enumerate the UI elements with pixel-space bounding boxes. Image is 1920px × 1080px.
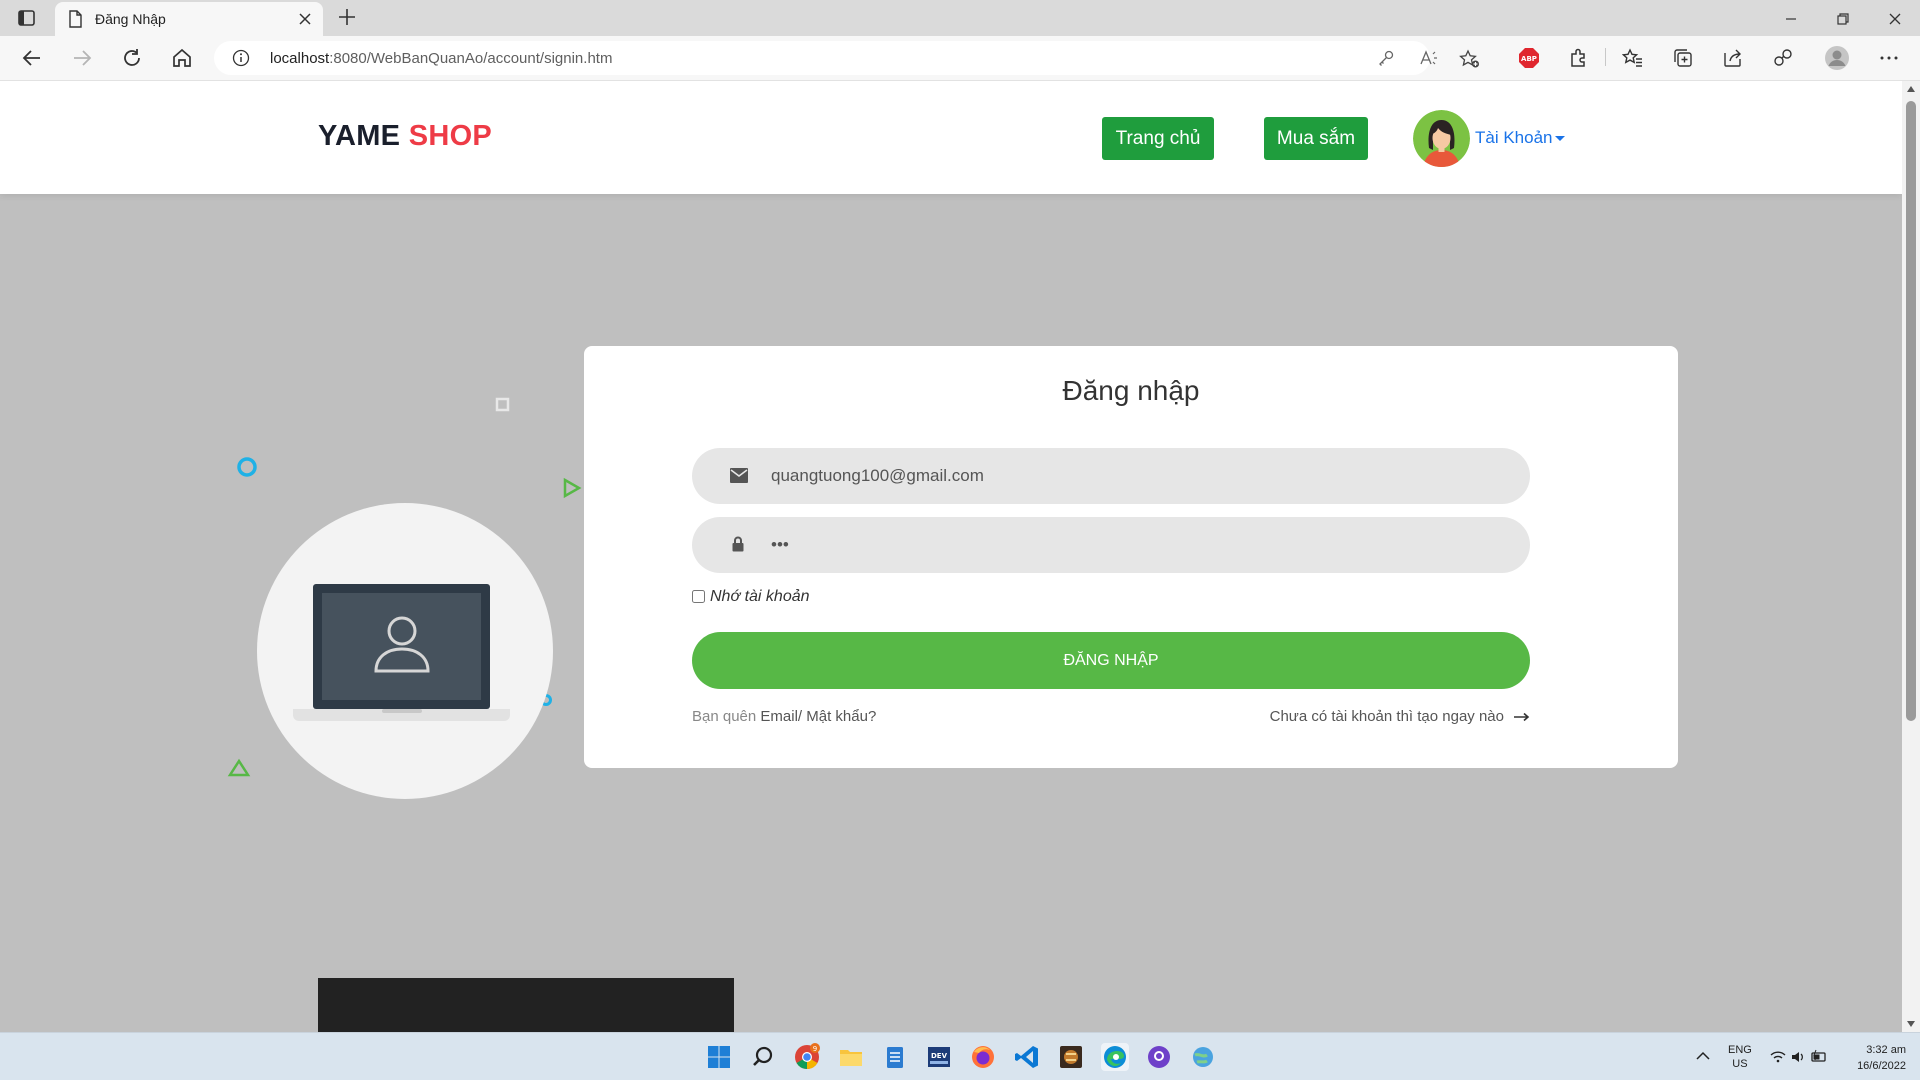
home-icon[interactable] (170, 46, 194, 70)
envelope-icon (730, 468, 748, 483)
system-tray[interactable] (1768, 1047, 1828, 1067)
wifi-icon (1770, 1051, 1786, 1063)
account-dropdown[interactable]: Tài Khoản (1475, 128, 1565, 148)
back-icon[interactable] (20, 46, 44, 70)
nav-shop-button[interactable]: Mua sắm (1264, 117, 1368, 160)
svg-text:9: 9 (813, 1045, 817, 1053)
windows-taskbar: 9 DEV ENG US 3:32 am 16/6/2022 (0, 1032, 1920, 1080)
file-explorer-icon[interactable] (837, 1043, 865, 1071)
browser-toolbar: localhost:8080/WebBanQuanAo/account/sign… (0, 36, 1920, 81)
more-options-icon[interactable] (1878, 47, 1900, 69)
footer-block (318, 978, 734, 1032)
extensions-icon[interactable] (1568, 47, 1590, 69)
browser-tab-bar: Đăng Nhập (0, 0, 1920, 36)
login-card: Đăng nhập Nhớ tài khoản ĐĂNG NHẬP Bạn qu… (584, 346, 1678, 768)
nav-home-button[interactable]: Trang chủ (1102, 117, 1214, 160)
site-header: YAME SHOP Trang chủ Mua sắm Tài Khoản (0, 81, 1902, 194)
login-button[interactable]: ĐĂNG NHẬP (692, 632, 1530, 689)
tab-title: Đăng Nhập (95, 11, 166, 27)
address-bar[interactable]: localhost:8080/WebBanQuanAo/account/sign… (214, 41, 1479, 75)
add-favorite-icon[interactable] (1459, 49, 1481, 69)
input-language[interactable]: ENG US (1728, 1043, 1752, 1071)
close-window-icon[interactable] (1884, 8, 1906, 30)
minimize-icon[interactable] (1780, 8, 1802, 30)
lock-icon (732, 536, 744, 552)
browser-tab[interactable]: Đăng Nhập (55, 2, 323, 36)
restore-icon[interactable] (1832, 8, 1854, 30)
edge-icon[interactable] (1101, 1043, 1129, 1071)
vscode-icon[interactable] (1013, 1043, 1041, 1071)
arrow-right-icon (1514, 712, 1530, 722)
avatar[interactable] (1413, 110, 1470, 167)
password-field[interactable] (692, 517, 1530, 573)
password-key-icon[interactable] (1377, 49, 1395, 67)
search-icon[interactable] (749, 1043, 777, 1071)
email-field[interactable] (692, 448, 1530, 504)
network-app-icon[interactable] (1189, 1043, 1217, 1071)
game-app-icon[interactable] (1057, 1043, 1085, 1071)
scroll-up-icon[interactable] (1907, 86, 1915, 92)
tab-actions-icon[interactable] (16, 8, 38, 28)
favorites-icon[interactable] (1622, 47, 1644, 69)
firefox-icon[interactable] (969, 1043, 997, 1071)
page-scrollbar[interactable] (1902, 81, 1920, 1032)
password-input[interactable] (769, 517, 1509, 573)
refresh-icon[interactable] (120, 46, 144, 70)
svg-text:ABP: ABP (1521, 55, 1537, 63)
toolbar-divider (1605, 48, 1606, 66)
signup-link[interactable]: Chưa có tài khoản thì tạo ngay nào (1270, 708, 1530, 725)
volume-icon (1792, 1052, 1803, 1062)
remember-checkbox[interactable] (692, 590, 705, 603)
chevron-up-icon[interactable] (1694, 1046, 1712, 1066)
new-tab-icon[interactable] (337, 7, 357, 27)
collections-icon[interactable] (1672, 47, 1694, 69)
caret-down-icon (1555, 136, 1565, 141)
scroll-down-icon[interactable] (1907, 1021, 1915, 1027)
battery-icon (1811, 1049, 1826, 1062)
svg-text:DEV: DEV (931, 1052, 948, 1060)
adblock-icon[interactable]: ABP (1518, 47, 1540, 69)
share-icon[interactable] (1722, 47, 1744, 69)
close-tab-icon[interactable] (297, 11, 313, 27)
forgot-password: Bạn quên Email/ Mật khẩu? (692, 708, 877, 725)
scrollbar-thumb[interactable] (1906, 101, 1916, 721)
site-info-icon[interactable] (232, 49, 250, 67)
login-illustration (222, 386, 582, 806)
devcpp-icon[interactable]: DEV (925, 1043, 953, 1071)
url-text: localhost:8080/WebBanQuanAo/account/sign… (270, 50, 613, 67)
notepad-icon[interactable] (881, 1043, 909, 1071)
remember-label: Nhớ tài khoản (710, 588, 810, 605)
read-aloud-icon[interactable] (1419, 49, 1439, 67)
web-page: YAME SHOP Trang chủ Mua sắm Tài Khoản Đă… (0, 81, 1902, 1032)
chrome-icon[interactable]: 9 (793, 1043, 821, 1071)
forgot-password-link[interactable]: Email/ Mật khẩu? (760, 708, 876, 725)
github-desktop-icon[interactable] (1145, 1043, 1173, 1071)
login-title: Đăng nhập (1062, 375, 1200, 406)
email-input[interactable] (769, 448, 1509, 504)
forward-icon[interactable] (70, 46, 94, 70)
start-icon[interactable] (705, 1043, 733, 1071)
page-icon (67, 10, 83, 28)
feedback-icon[interactable] (1772, 47, 1794, 69)
clock[interactable]: 3:32 am 16/6/2022 (1848, 1042, 1906, 1074)
brand-logo[interactable]: YAME SHOP (318, 120, 492, 153)
profile-icon[interactable] (1824, 45, 1850, 71)
